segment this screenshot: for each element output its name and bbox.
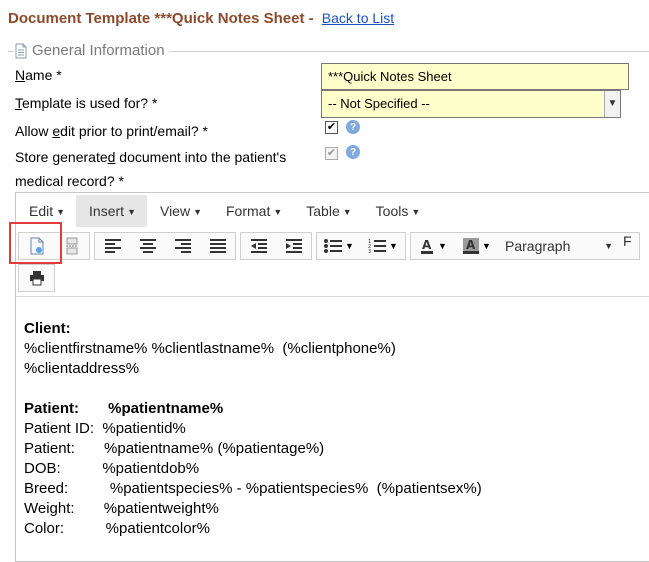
client-line: %clientfirstname% %clientlastname% (%cli… bbox=[24, 340, 396, 357]
toolbar-divider bbox=[16, 296, 649, 297]
print-icon bbox=[29, 271, 44, 286]
indent-icon bbox=[285, 239, 302, 253]
back-to-list-link[interactable]: Back to List bbox=[322, 10, 394, 26]
help-icon[interactable]: ? bbox=[346, 120, 360, 134]
editor-toolbar-row-1: ▼ 123 ▼ A ▼ A ▼ Paragraph ▼ F bbox=[16, 231, 640, 261]
background-color-button[interactable]: A ▼ bbox=[455, 233, 499, 259]
client-address-line: %clientaddress% bbox=[24, 360, 140, 377]
menu-table[interactable]: Table ▼ bbox=[293, 195, 362, 227]
store-document-label: Store generated document into the patien… bbox=[15, 149, 287, 165]
toolbar-group-print bbox=[18, 264, 55, 292]
toolbar-group-lists: ▼ 123 ▼ bbox=[316, 232, 406, 260]
align-center-icon bbox=[139, 239, 156, 253]
content-line: DOB: %patientdob% bbox=[24, 460, 200, 477]
menu-tools[interactable]: Tools ▼ bbox=[363, 195, 432, 227]
help-icon[interactable]: ? bbox=[346, 145, 360, 159]
bullet-list-button[interactable]: ▼ bbox=[317, 233, 361, 259]
store-document-checkbox[interactable]: ✔ bbox=[325, 147, 338, 160]
paragraph-format-select[interactable]: Paragraph ▼ bbox=[499, 233, 619, 259]
content-line: Color: %patientcolor% bbox=[24, 520, 210, 537]
editor-toolbar-row-2 bbox=[16, 263, 55, 293]
name-input[interactable]: ***Quick Notes Sheet bbox=[321, 63, 629, 90]
svg-text:3: 3 bbox=[368, 249, 371, 253]
editor-content[interactable]: Client: %clientfirstname% %clientlastnam… bbox=[24, 319, 482, 539]
template-select-value: -- Not Specified -- bbox=[328, 96, 430, 111]
indent-button[interactable] bbox=[276, 233, 311, 259]
align-justify-icon bbox=[209, 239, 226, 253]
align-right-icon bbox=[174, 239, 191, 253]
page-title: Document Template ***Quick Notes Sheet - bbox=[8, 10, 318, 27]
content-line: Patient: %patientname% (%patientage%) bbox=[24, 440, 325, 457]
document-icon bbox=[14, 43, 28, 59]
text-color-icon: A bbox=[421, 238, 434, 254]
chevron-down-icon[interactable]: ▼ bbox=[604, 91, 620, 117]
outdent-button[interactable] bbox=[241, 233, 276, 259]
section-legend: General Information bbox=[14, 42, 169, 59]
chevron-down-icon: ▼ bbox=[438, 241, 447, 251]
highlight-box bbox=[9, 222, 62, 264]
section-legend-text: General Information bbox=[32, 42, 165, 59]
toolbar-group-align bbox=[94, 232, 236, 260]
chevron-down-icon: ▼ bbox=[482, 241, 491, 251]
content-line: Patient ID: %patientid% bbox=[24, 420, 186, 437]
align-left-icon bbox=[104, 239, 121, 253]
template-used-for-select[interactable]: -- Not Specified -- ▼ bbox=[321, 90, 621, 118]
justify-button[interactable] bbox=[200, 233, 235, 259]
allow-edit-label: Allow edit prior to print/email? * bbox=[15, 123, 208, 139]
content-line: Breed: %patientspecies% - %patientspecie… bbox=[24, 480, 482, 497]
rich-text-editor: Edit ▼ Insert ▼ View ▼ Format ▼ Table ▼ Tools… bbox=[15, 192, 649, 562]
menu-format[interactable]: Format ▼ bbox=[213, 195, 293, 227]
page-break-icon bbox=[65, 237, 78, 255]
editor-menubar: Edit ▼ Insert ▼ View ▼ Format ▼ Table ▼ Tools… bbox=[16, 195, 431, 227]
menu-view[interactable]: View ▼ bbox=[147, 195, 213, 227]
svg-text:A: A bbox=[422, 238, 432, 252]
toolbar-group-indent bbox=[240, 232, 312, 260]
align-left-button[interactable] bbox=[95, 233, 130, 259]
client-heading: Client: bbox=[24, 320, 71, 337]
chevron-down-icon: ▼ bbox=[604, 241, 613, 251]
content-line: Weight: %patientweight% bbox=[24, 500, 219, 517]
bullet-list-icon bbox=[324, 239, 343, 253]
name-label: Name * bbox=[15, 67, 62, 83]
numbered-list-button[interactable]: 123 ▼ bbox=[361, 233, 405, 259]
template-label: Template is used for? * bbox=[15, 95, 158, 111]
numbered-list-icon: 123 bbox=[368, 239, 387, 253]
align-right-button[interactable] bbox=[165, 233, 200, 259]
svg-text:A: A bbox=[466, 238, 476, 252]
toolbar-group-color: A ▼ A ▼ Paragraph ▼ F bbox=[410, 232, 640, 260]
patient-heading: Patient: %patientname% bbox=[24, 400, 224, 417]
align-center-button[interactable] bbox=[130, 233, 165, 259]
chevron-down-icon: ▼ bbox=[345, 241, 354, 251]
store-document-label-line2: medical record? * bbox=[15, 173, 124, 189]
page-header: Document Template ***Quick Notes Sheet -… bbox=[8, 10, 394, 27]
font-family-select[interactable]: F bbox=[619, 233, 632, 259]
menu-insert[interactable]: Insert ▼ bbox=[76, 195, 147, 227]
text-color-button[interactable]: A ▼ bbox=[411, 233, 455, 259]
chevron-down-icon: ▼ bbox=[389, 241, 398, 251]
allow-edit-checkbox[interactable]: ✔ bbox=[325, 121, 338, 134]
background-color-icon: A bbox=[463, 238, 480, 254]
print-button[interactable] bbox=[19, 265, 54, 291]
outdent-icon bbox=[250, 239, 267, 253]
